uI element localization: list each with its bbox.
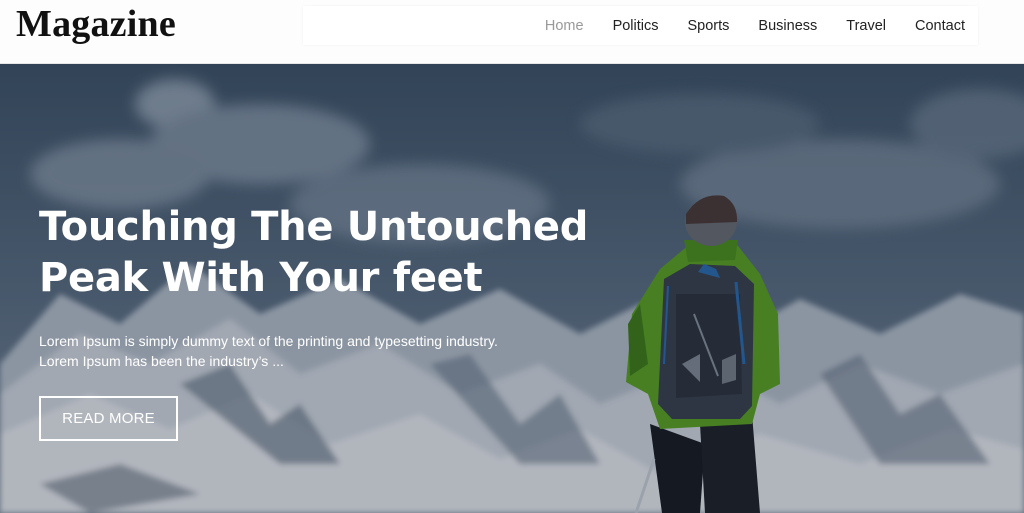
hero-banner: Touching The Untouched Peak With Your fe… xyxy=(0,64,1024,513)
hero-description: Lorem Ipsum is simply dummy text of the … xyxy=(39,331,539,371)
nav-item-travel[interactable]: Travel xyxy=(846,18,886,34)
hero-title: Touching The Untouched Peak With Your fe… xyxy=(39,202,599,304)
hero-title-line-2: Peak With Your feet xyxy=(39,255,483,301)
nav-item-home[interactable]: Home xyxy=(545,18,584,34)
nav-item-business[interactable]: Business xyxy=(758,18,817,34)
hero-description-line-1: Lorem Ipsum is simply dummy text of the … xyxy=(39,333,498,349)
hero-title-line-1: Touching The Untouched xyxy=(39,204,589,250)
site-header: Magazine Home Politics Sports Business T… xyxy=(0,0,1024,64)
page: Magazine Home Politics Sports Business T… xyxy=(0,0,1024,513)
main-nav: Home Politics Sports Business Travel Con… xyxy=(303,6,978,45)
site-logo[interactable]: Magazine xyxy=(16,2,176,46)
hero-description-line-2: Lorem Ipsum has been the industry’s ... xyxy=(39,353,284,369)
nav-item-sports[interactable]: Sports xyxy=(688,18,730,34)
read-more-button[interactable]: READ MORE xyxy=(39,396,178,441)
nav-item-politics[interactable]: Politics xyxy=(613,18,659,34)
nav-item-contact[interactable]: Contact xyxy=(915,18,965,34)
